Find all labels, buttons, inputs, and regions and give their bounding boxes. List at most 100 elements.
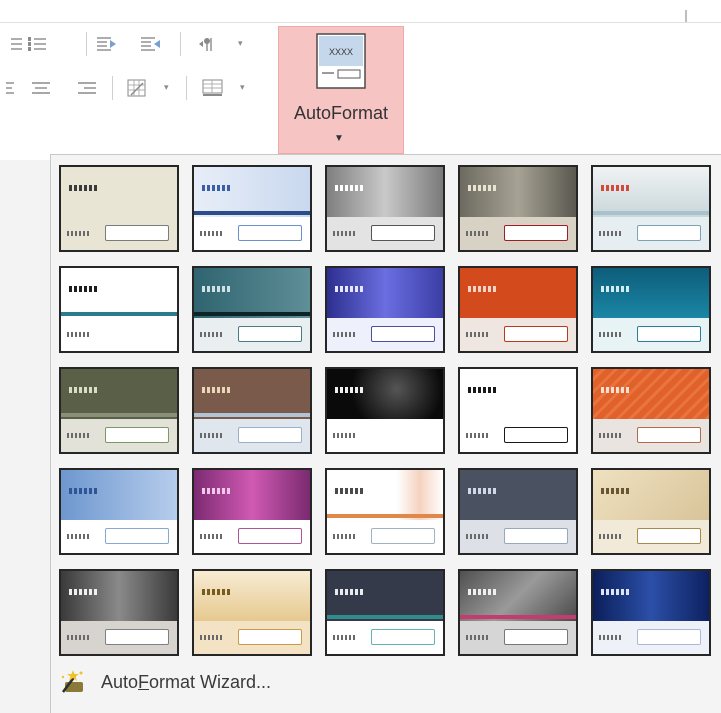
thumbnail-textbox-placeholder [238, 225, 302, 241]
theme-thumbnail[interactable] [591, 165, 711, 252]
theme-thumbnail[interactable] [325, 468, 445, 555]
chevron-down-icon: ▼ [334, 133, 344, 144]
theme-thumbnail[interactable] [591, 266, 711, 353]
thumbnail-title-placeholder [335, 185, 363, 191]
thumbnail-title-placeholder [69, 488, 97, 494]
thumbnail-header [460, 268, 576, 318]
thumbnail-label-placeholder [466, 534, 488, 539]
thumbnail-accent-bar [593, 211, 709, 215]
thumbnail-textbox-placeholder [504, 528, 568, 544]
thumbnail-textbox-placeholder [238, 528, 302, 544]
thumbnail-textbox-placeholder [105, 225, 169, 241]
thumbnail-header [61, 470, 177, 520]
theme-thumbnail[interactable] [192, 569, 312, 656]
thumbnail-textbox-placeholder [504, 326, 568, 342]
theme-thumbnail[interactable] [458, 266, 578, 353]
theme-thumbnail[interactable] [192, 266, 312, 353]
thumbnail-textbox-placeholder [637, 629, 701, 645]
thumbnail-header [327, 470, 443, 520]
thumbnail-accent-bar [194, 211, 310, 215]
thumbnail-textbox-placeholder [371, 225, 435, 241]
decrease-indent-icon[interactable] [96, 34, 118, 54]
theme-thumbnail[interactable] [458, 165, 578, 252]
thumbnail-label-placeholder [200, 433, 222, 438]
theme-thumbnail[interactable] [325, 165, 445, 252]
thumbnail-label-placeholder [466, 332, 488, 337]
paragraph-direction-icon[interactable] [196, 34, 218, 54]
thumbnail-header [194, 470, 310, 520]
align-center-icon[interactable] [30, 78, 52, 98]
chevron-down-icon[interactable]: ▾ [240, 82, 245, 93]
theme-thumbnail[interactable] [192, 468, 312, 555]
thumbnail-title-placeholder [601, 286, 629, 292]
align-right-icon[interactable] [76, 78, 98, 98]
theme-thumbnail[interactable] [59, 569, 179, 656]
thumbnail-textbox-placeholder [238, 427, 302, 443]
thumbnail-header [593, 571, 709, 621]
thumbnail-textbox-placeholder [238, 326, 302, 342]
thumbnail-accent-bar [194, 312, 310, 316]
thumbnail-label-placeholder [67, 635, 89, 640]
thumbnail-label-placeholder [67, 433, 89, 438]
ribbon-separator [112, 76, 113, 100]
thumbnail-header [61, 369, 177, 419]
thumbnail-header [460, 470, 576, 520]
thumbnail-label-placeholder [200, 231, 222, 236]
thumbnail-label-placeholder [599, 433, 621, 438]
chevron-down-icon[interactable]: ▾ [238, 38, 243, 49]
thumbnail-title-placeholder [468, 387, 496, 393]
theme-thumbnail[interactable] [325, 367, 445, 454]
table-layout-icon[interactable] [202, 78, 224, 98]
thumbnail-label-placeholder [200, 332, 222, 337]
thumbnail-header [593, 167, 709, 217]
thumbnail-textbox-placeholder [504, 427, 568, 443]
thumbnail-header [327, 268, 443, 318]
autoformat-label: AutoFormat [293, 103, 389, 123]
theme-thumbnail[interactable] [325, 266, 445, 353]
theme-thumbnail[interactable] [59, 266, 179, 353]
autoformat-button[interactable]: XXXX AutoFormat ▼ [278, 26, 404, 154]
thumbnail-textbox-placeholder [371, 629, 435, 645]
thumbnail-textbox-placeholder [637, 326, 701, 342]
autoformat-gallery: AutoFormat Wizard... [50, 154, 721, 713]
theme-thumbnail[interactable] [591, 367, 711, 454]
autoformat-wizard-menu-item[interactable]: AutoFormat Wizard... [59, 667, 271, 697]
thumbnail-textbox-placeholder [105, 528, 169, 544]
theme-thumbnail[interactable] [591, 468, 711, 555]
thumbnail-title-placeholder [202, 589, 230, 595]
theme-thumbnail[interactable] [59, 165, 179, 252]
theme-thumbnail[interactable] [192, 165, 312, 252]
thumbnail-title-placeholder [69, 185, 97, 191]
theme-grid [59, 165, 711, 656]
increase-indent-icon[interactable] [140, 34, 162, 54]
ribbon: ▾ ▾ ▾ XXXX AutoFormat ▼ [0, 0, 721, 160]
thumbnail-header [460, 369, 576, 419]
thumbnail-header [194, 268, 310, 318]
thumbnail-title-placeholder [202, 286, 230, 292]
theme-thumbnail[interactable] [591, 569, 711, 656]
thumbnail-label-placeholder [67, 332, 89, 337]
thumbnail-textbox-placeholder [105, 326, 169, 342]
theme-thumbnail[interactable] [458, 367, 578, 454]
theme-thumbnail[interactable] [325, 569, 445, 656]
thumbnail-header [460, 167, 576, 217]
bullets-icon[interactable] [4, 34, 26, 54]
thumbnail-title-placeholder [468, 286, 496, 292]
gridlines-icon[interactable] [126, 78, 148, 98]
thumbnail-label-placeholder [67, 534, 89, 539]
thumbnail-title-placeholder [335, 286, 363, 292]
thumbnail-label-placeholder [67, 231, 89, 236]
align-left-icon[interactable] [0, 78, 22, 98]
thumbnail-textbox-placeholder [371, 326, 435, 342]
theme-thumbnail[interactable] [458, 569, 578, 656]
theme-thumbnail[interactable] [458, 468, 578, 555]
numbering-icon[interactable] [26, 34, 48, 54]
theme-thumbnail[interactable] [192, 367, 312, 454]
chevron-down-icon[interactable]: ▾ [164, 82, 169, 93]
theme-thumbnail[interactable] [59, 367, 179, 454]
thumbnail-title-placeholder [202, 488, 230, 494]
theme-thumbnail[interactable] [59, 468, 179, 555]
thumbnail-header [194, 167, 310, 217]
thumbnail-title-placeholder [69, 286, 97, 292]
thumbnail-label-placeholder [200, 534, 222, 539]
